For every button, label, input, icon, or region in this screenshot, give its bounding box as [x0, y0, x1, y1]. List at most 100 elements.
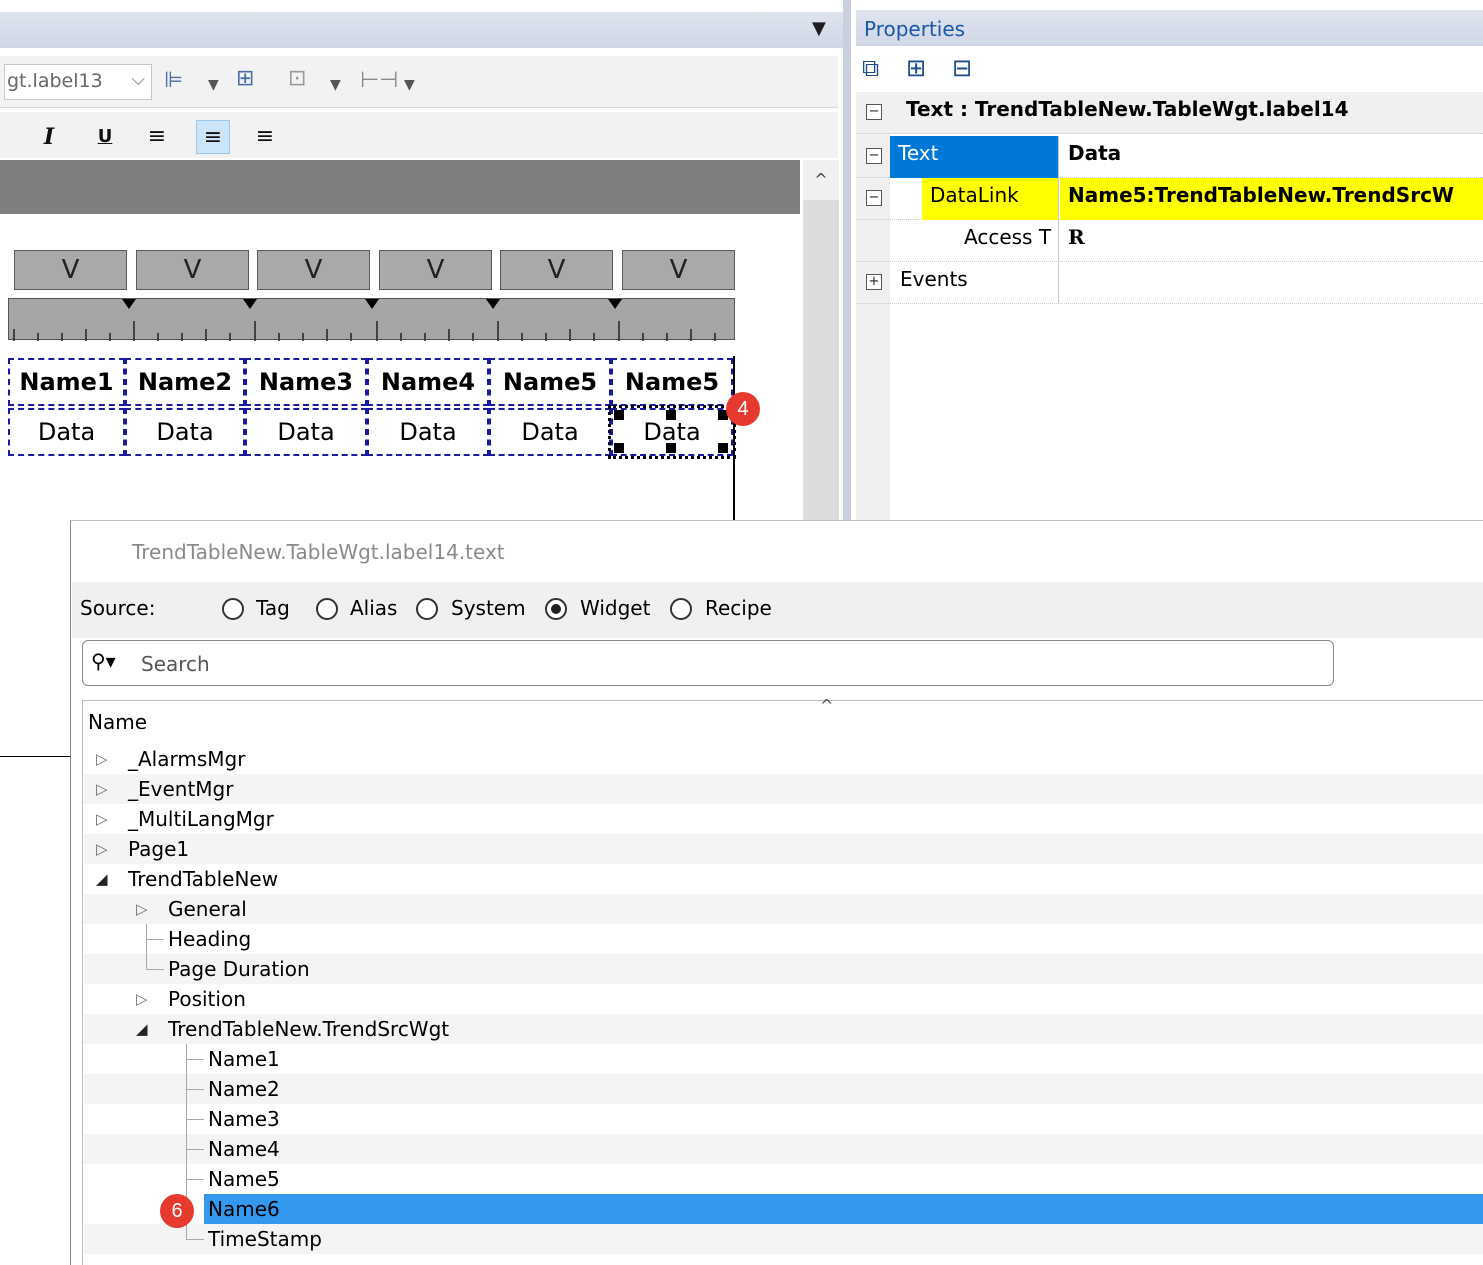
collapse-arrow-icon[interactable]: ◢ [96, 864, 108, 894]
expand-icon[interactable]: + [866, 274, 882, 290]
tree-connector [186, 1059, 204, 1060]
align-left-button[interactable]: ≡ [140, 120, 174, 154]
sort-ascending-icon[interactable]: ^ [820, 696, 833, 715]
center-align-icon[interactable]: ⊞ [236, 66, 254, 91]
radio-recipe[interactable] [670, 598, 692, 620]
tree-row[interactable]: ◢ TrendTableNew [84, 864, 1483, 894]
property-value[interactable]: Data [1060, 136, 1483, 178]
column-button-6[interactable]: V [622, 250, 735, 290]
datalink-icon[interactable]: ⊟ [952, 54, 972, 82]
collapse-icon[interactable]: − [866, 148, 882, 164]
property-row-text[interactable]: − Text Data [856, 136, 1483, 178]
table-data-cell[interactable]: Data [367, 408, 489, 456]
table-data-cell[interactable]: Data [245, 408, 367, 456]
resize-handle[interactable] [614, 443, 624, 453]
table-header-cell[interactable]: Name2 [125, 358, 245, 406]
radio-widget[interactable] [545, 598, 567, 620]
property-row-events[interactable]: + Events [856, 262, 1483, 304]
splitter[interactable] [843, 0, 851, 540]
align-left-icon[interactable]: ⊫ [164, 68, 183, 93]
events-icon[interactable]: ⊞ [906, 54, 926, 82]
expand-arrow-icon[interactable]: ▷ [96, 804, 108, 834]
column-button-3[interactable]: V [257, 250, 370, 290]
table-header-cell[interactable]: Name4 [367, 358, 489, 406]
collapse-icon[interactable]: − [866, 104, 882, 120]
expand-arrow-icon[interactable]: ▷ [96, 774, 108, 804]
property-name: Access T [964, 225, 1052, 249]
tree-row[interactable]: Name2 [84, 1074, 1483, 1104]
tree-row[interactable]: ▷ General [84, 894, 1483, 924]
group-icon[interactable]: ⊡ [288, 66, 306, 91]
resize-handle[interactable] [666, 443, 676, 453]
collapse-arrow-icon[interactable]: ◢ [136, 1014, 148, 1044]
editor-title-bar [0, 12, 843, 48]
widget-selector-combo[interactable]: gt.label13 ⌵ [4, 64, 152, 100]
tree-row[interactable]: ◢ TrendTableNew.TrendSrcWgt [84, 1014, 1483, 1044]
radio-tag-label[interactable]: Tag [256, 596, 290, 620]
tree-row[interactable]: ▷ Page1 [84, 834, 1483, 864]
radio-alias[interactable] [316, 598, 338, 620]
expand-arrow-icon[interactable]: ▷ [136, 894, 148, 924]
table-data-cell[interactable]: Data [8, 408, 125, 456]
name-column-header[interactable]: Name [88, 710, 147, 734]
properties-icon[interactable]: ⧉ [862, 54, 879, 82]
tree-row[interactable]: Name3 [84, 1104, 1483, 1134]
radio-alias-label[interactable]: Alias [350, 596, 397, 620]
tree-row[interactable]: Heading [84, 924, 1483, 954]
align-right-button[interactable]: ≡ [248, 120, 282, 154]
column-ruler[interactable] [8, 298, 735, 341]
chevron-down-icon[interactable]: ▼ [208, 77, 219, 93]
table-header-cell[interactable]: Name1 [8, 358, 125, 406]
column-button-4[interactable]: V [379, 250, 492, 290]
property-value[interactable] [1060, 262, 1483, 304]
tree-row[interactable]: Name5 [84, 1164, 1483, 1194]
property-value[interactable]: R [1060, 220, 1483, 262]
radio-tag[interactable] [222, 598, 244, 620]
expand-arrow-icon[interactable]: ▷ [96, 834, 108, 864]
distribute-icon[interactable]: ⊢⊣ [360, 68, 398, 93]
table-header-cell[interactable]: Name3 [245, 358, 367, 406]
tree-row[interactable]: ▷ _MultiLangMgr [84, 804, 1483, 834]
tree-row[interactable]: ▷ _EventMgr [84, 774, 1483, 804]
tree-row[interactable]: Name4 [84, 1134, 1483, 1164]
expand-arrow-icon[interactable]: ▷ [136, 984, 148, 1014]
chevron-down-icon[interactable]: ▼ [404, 77, 415, 93]
scroll-up-icon[interactable]: ^ [803, 160, 839, 200]
canvas-header-band [0, 160, 800, 214]
search-placeholder[interactable]: Search [141, 652, 210, 676]
radio-system[interactable] [416, 598, 438, 620]
tree-row[interactable]: Name1 [84, 1044, 1483, 1074]
search-box[interactable]: ⚲▾ Search [82, 640, 1334, 686]
align-center-button[interactable]: ≡ [196, 120, 230, 154]
tree-row[interactable]: Page Duration [84, 954, 1483, 984]
property-row-access[interactable]: Access T R [856, 220, 1483, 262]
tree-row[interactable]: ▷ _AlarmsMgr [84, 744, 1483, 774]
radio-recipe-label[interactable]: Recipe [705, 596, 772, 620]
column-button-2[interactable]: V [136, 250, 249, 290]
column-button-1[interactable]: V [14, 250, 127, 290]
resize-handle[interactable] [614, 410, 624, 420]
radio-widget-label[interactable]: Widget [580, 596, 650, 620]
tree-row[interactable]: ▷ Position [84, 984, 1483, 1014]
tree-row-selected[interactable]: Name6 [204, 1194, 1483, 1224]
property-value[interactable]: Name5:TrendTableNew.TrendSrcW [1060, 178, 1483, 220]
underline-button[interactable]: U [88, 120, 122, 154]
resize-handle[interactable] [718, 443, 728, 453]
tree-row[interactable]: TimeStamp [84, 1224, 1483, 1254]
resize-handle[interactable] [666, 410, 676, 420]
italic-button[interactable]: I [32, 120, 66, 154]
radio-system-label[interactable]: System [451, 596, 526, 620]
expand-arrow-icon[interactable]: ▷ [96, 744, 108, 774]
column-button-5[interactable]: V [500, 250, 613, 290]
table-header-cell[interactable]: Name5 [489, 358, 611, 406]
property-row-datalink[interactable]: − DataLink Name5:TrendTableNew.TrendSrcW [856, 178, 1483, 220]
table-data-cell[interactable]: Data [125, 408, 245, 456]
editor-scrollbar[interactable] [803, 160, 839, 540]
table-data-cell[interactable]: Data [489, 408, 611, 456]
collapse-icon[interactable]: − [866, 190, 882, 206]
search-icon[interactable]: ⚲▾ [91, 649, 116, 673]
chevron-down-icon[interactable]: ▼ [330, 77, 341, 93]
chevron-down-icon[interactable]: ▼ [812, 18, 826, 39]
property-section-header: − Text : TrendTableNew.TableWgt.label14 [856, 92, 1483, 134]
table-header-cell[interactable]: Name5 [611, 358, 733, 406]
